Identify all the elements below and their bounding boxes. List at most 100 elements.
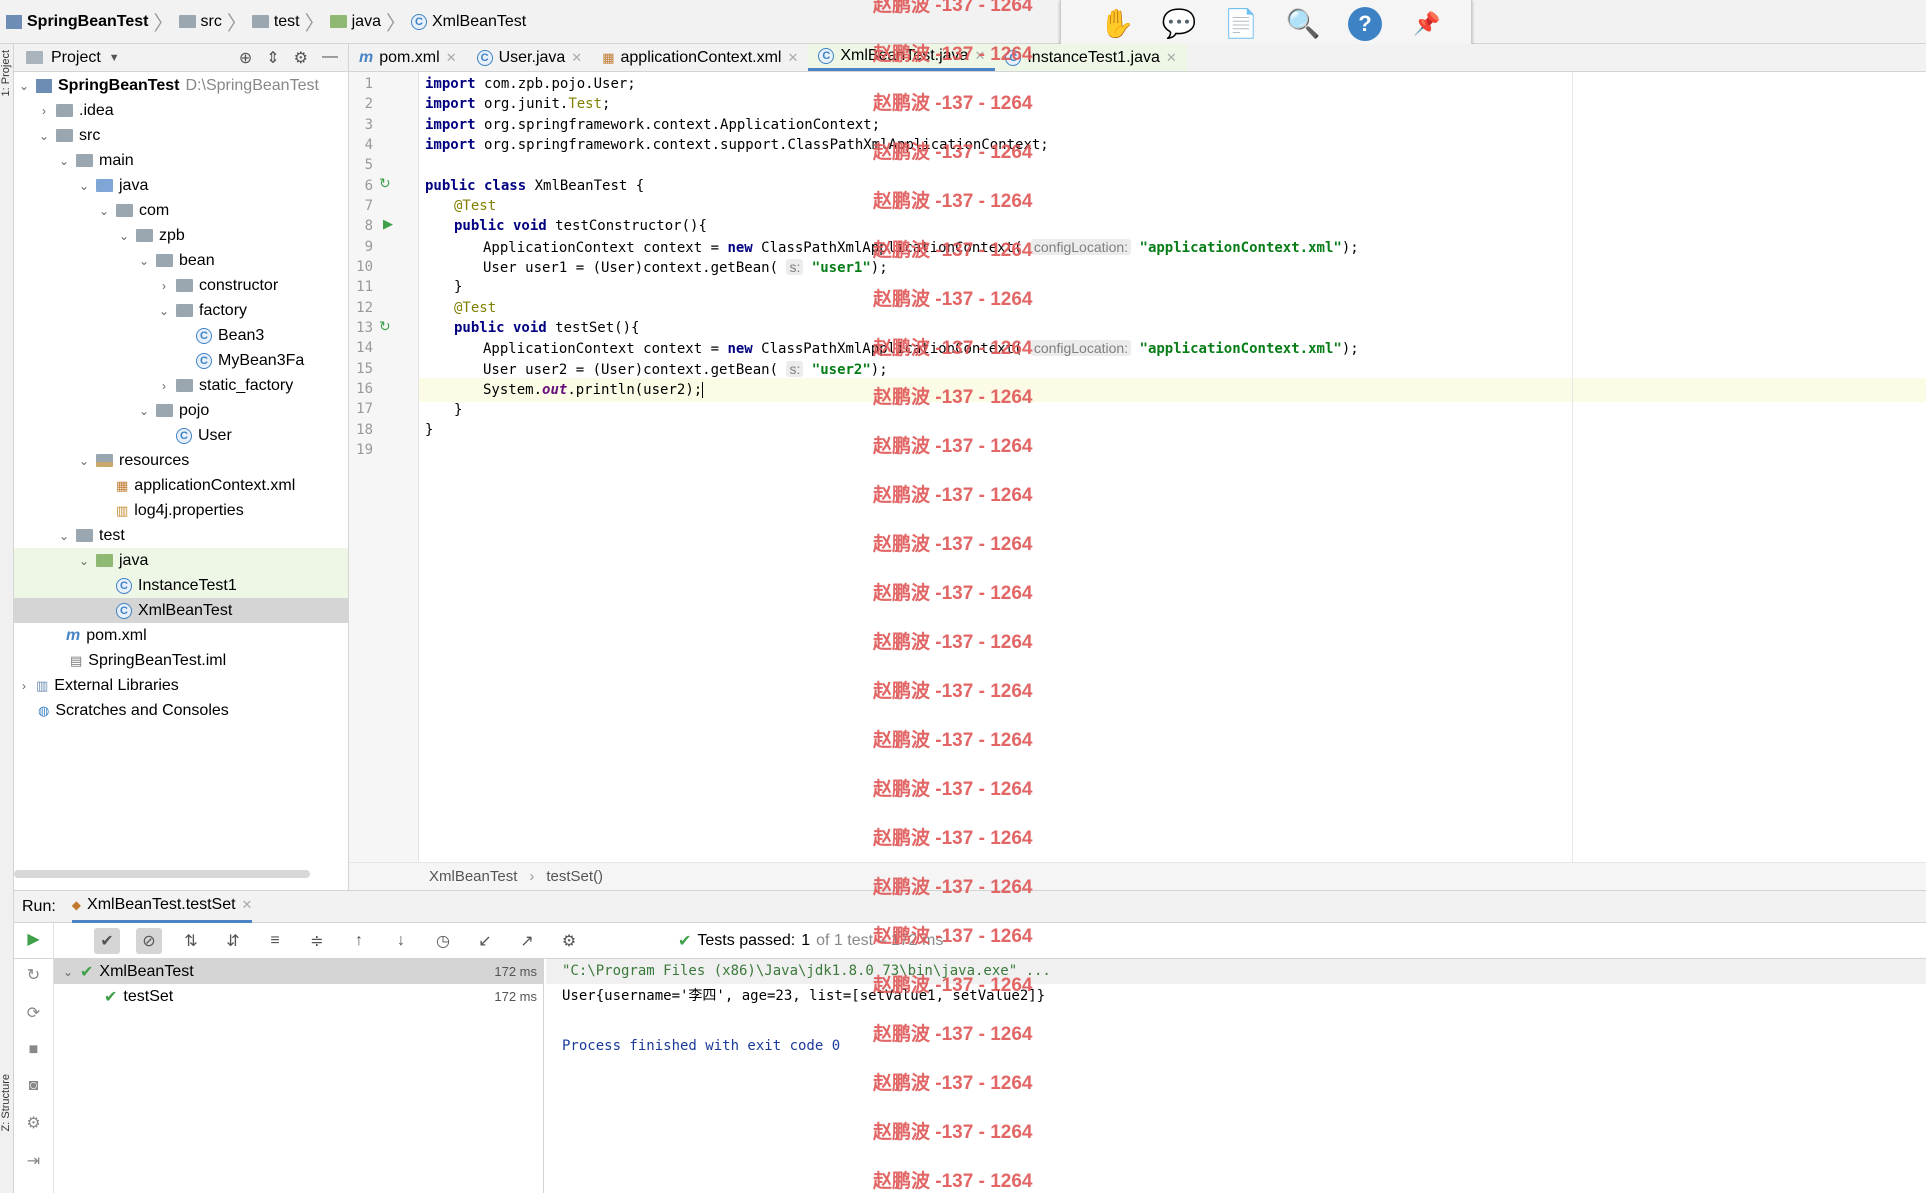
chevron-down-icon[interactable]: ⌄ bbox=[62, 965, 74, 979]
stop-icon[interactable]: ■ bbox=[29, 1041, 39, 1059]
chevron-down-icon[interactable]: ▼ bbox=[109, 52, 120, 64]
pin-icon[interactable]: 📌 bbox=[1407, 6, 1447, 42]
chevron-down-icon[interactable]: ⌄ bbox=[78, 179, 90, 193]
document-icon[interactable]: 📄 bbox=[1221, 6, 1261, 42]
comment-icon[interactable]: 💬 bbox=[1159, 6, 1199, 42]
tree-item-scratches[interactable]: ◍ Scratches and Consoles bbox=[14, 698, 348, 723]
breadcrumb-class[interactable]: C XmlBeanTest bbox=[407, 13, 530, 31]
close-icon[interactable]: ✕ bbox=[1166, 50, 1177, 66]
tree-item-application-context-xml[interactable]: ▦ applicationContext.xml bbox=[14, 473, 348, 498]
tree-item-external-libraries[interactable]: › ▥ External Libraries bbox=[14, 673, 348, 698]
history-icon[interactable]: ◷ bbox=[430, 928, 456, 954]
gear-icon[interactable]: ⚙ bbox=[556, 928, 582, 954]
tree-item-constructor[interactable]: › constructor bbox=[14, 273, 348, 298]
tree-item-pom-xml[interactable]: m pom.xml bbox=[14, 623, 348, 648]
tree-item-java-test[interactable]: ⌄ java bbox=[14, 548, 348, 573]
export-icon[interactable]: ↗ bbox=[514, 928, 540, 954]
chevron-down-icon[interactable]: ⌄ bbox=[58, 529, 70, 543]
help-icon[interactable]: ? bbox=[1345, 6, 1385, 42]
chevron-down-icon[interactable]: ⌄ bbox=[58, 154, 70, 168]
sort-duration-icon[interactable]: ⇵ bbox=[220, 928, 246, 954]
tree-item-main[interactable]: ⌄ main bbox=[14, 148, 348, 173]
tree-item-zpb[interactable]: ⌄ zpb bbox=[14, 223, 348, 248]
tree-item-src[interactable]: ⌄ src bbox=[14, 123, 348, 148]
hand-icon[interactable]: ✋ bbox=[1097, 6, 1137, 42]
chevron-right-icon[interactable]: › bbox=[38, 104, 50, 118]
run-test-icon[interactable]: ↻ bbox=[379, 175, 391, 192]
chevron-down-icon[interactable]: ⌄ bbox=[78, 554, 90, 568]
show-ignored-icon[interactable]: ⊘ bbox=[136, 927, 162, 954]
breadcrumb-src[interactable]: src bbox=[175, 13, 226, 31]
tree-item-java-main[interactable]: ⌄ java bbox=[14, 173, 348, 198]
minimize-icon[interactable]: — bbox=[322, 48, 338, 68]
chevron-down-icon[interactable]: ⌄ bbox=[18, 79, 30, 93]
camera-icon[interactable]: ◙ bbox=[29, 1077, 39, 1095]
chevron-down-icon[interactable]: ⌄ bbox=[118, 229, 130, 243]
chevron-down-icon[interactable]: ⌄ bbox=[138, 404, 150, 418]
code-editor[interactable]: import com.zpb.pojo.User; import org.jun… bbox=[419, 72, 1926, 862]
line-number-gutter[interactable]: 1 2 3 4 5 6 7 8 9 10 11 12 13 14 15 16 1… bbox=[349, 72, 419, 862]
collapse-all-icon[interactable]: ⇕ bbox=[266, 48, 279, 68]
chevron-down-icon[interactable]: ⌄ bbox=[158, 304, 170, 318]
chevron-right-icon[interactable]: › bbox=[18, 679, 30, 693]
tree-item-iml[interactable]: ▤ SpringBeanTest.iml bbox=[14, 648, 348, 673]
tree-item-instancetest1[interactable]: C InstanceTest1 bbox=[14, 573, 348, 598]
breadcrumb-class[interactable]: XmlBeanTest bbox=[429, 868, 517, 885]
tree-item-resources[interactable]: ⌄ resources bbox=[14, 448, 348, 473]
tree-item-bean[interactable]: ⌄ bean bbox=[14, 248, 348, 273]
tree-item-com[interactable]: ⌄ com bbox=[14, 198, 348, 223]
chevron-down-icon[interactable]: ⌄ bbox=[138, 254, 150, 268]
tree-item-idea[interactable]: › .idea bbox=[14, 98, 348, 123]
run-test-icon[interactable]: ↻ bbox=[379, 318, 391, 335]
chevron-right-icon[interactable]: › bbox=[158, 279, 170, 293]
console-output[interactable]: "C:\Program Files (x86)\Java\jdk1.8.0_73… bbox=[546, 959, 1926, 1193]
tab-user-java[interactable]: C User.java ✕ bbox=[467, 44, 593, 71]
run-test-icon[interactable]: ▶ bbox=[383, 216, 393, 232]
show-passed-icon[interactable]: ✔ bbox=[94, 927, 120, 954]
breadcrumb-method[interactable]: testSet() bbox=[546, 868, 603, 885]
import-icon[interactable]: ↙ bbox=[472, 928, 498, 954]
exit-icon[interactable]: ⇥ bbox=[27, 1151, 40, 1171]
chevron-down-icon[interactable]: ⌄ bbox=[98, 204, 110, 218]
breadcrumb-project[interactable]: SpringBeanTest bbox=[2, 13, 153, 31]
tree-item-static-factory[interactable]: › static_factory bbox=[14, 373, 348, 398]
next-icon[interactable]: ↓ bbox=[388, 928, 414, 954]
chevron-down-icon[interactable]: ⌄ bbox=[78, 454, 90, 468]
breadcrumb-java[interactable]: java bbox=[326, 13, 385, 31]
zoom-icon[interactable]: 🔍 bbox=[1283, 6, 1323, 42]
tree-item-root[interactable]: ⌄ SpringBeanTest D:\SpringBeanTest bbox=[14, 73, 348, 98]
tree-item-bean3[interactable]: C Bean3 bbox=[14, 323, 348, 348]
breadcrumb-test[interactable]: test bbox=[248, 13, 304, 31]
locate-icon[interactable]: ⊕ bbox=[239, 48, 252, 68]
tree-item-user[interactable]: C User bbox=[14, 423, 348, 448]
close-icon[interactable]: ✕ bbox=[787, 50, 798, 66]
project-tool-label[interactable]: 1: Project bbox=[0, 50, 12, 96]
close-icon[interactable]: ✕ bbox=[571, 50, 582, 66]
tree-item-factory[interactable]: ⌄ factory bbox=[14, 298, 348, 323]
close-icon[interactable]: ✕ bbox=[242, 897, 253, 913]
run-config-tab[interactable]: ◆ XmlBeanTest.testSet ✕ bbox=[71, 891, 253, 923]
tree-item-test[interactable]: ⌄ test bbox=[14, 523, 348, 548]
expand-all-icon[interactable]: ≡ bbox=[262, 928, 288, 954]
tab-application-context-xml[interactable]: ▦ applicationContext.xml ✕ bbox=[592, 44, 808, 71]
close-icon[interactable]: ✕ bbox=[446, 50, 457, 66]
test-row-class[interactable]: ⌄ ✔ XmlBeanTest 172 ms bbox=[54, 959, 543, 984]
structure-tool-label[interactable]: Z: Structure bbox=[0, 1074, 12, 1131]
tree-item-mybean3fa[interactable]: C MyBean3Fa bbox=[14, 348, 348, 373]
collapse-all-icon[interactable]: ≑ bbox=[304, 928, 330, 954]
tree-item-xmlbeantest[interactable]: C XmlBeanTest bbox=[14, 598, 348, 623]
tree-item-pojo[interactable]: ⌄ pojo bbox=[14, 398, 348, 423]
test-row-method[interactable]: ✔ testSet 172 ms bbox=[54, 984, 543, 1009]
toggle-auto-test-icon[interactable]: ⟳ bbox=[27, 1003, 40, 1023]
settings-icon[interactable]: ⚙ bbox=[26, 1113, 40, 1133]
tree-item-log4j-properties[interactable]: ▥ log4j.properties bbox=[14, 498, 348, 523]
sort-alpha-icon[interactable]: ⇅ bbox=[178, 928, 204, 954]
project-panel-title[interactable]: Project bbox=[51, 49, 101, 67]
horizontal-scrollbar[interactable] bbox=[14, 870, 310, 878]
gear-icon[interactable]: ⚙ bbox=[294, 48, 308, 68]
tab-pom-xml[interactable]: m pom.xml ✕ bbox=[349, 44, 467, 71]
rerun-failed-icon[interactable]: ↻ bbox=[27, 965, 40, 985]
chevron-right-icon[interactable]: › bbox=[158, 379, 170, 393]
rerun-icon[interactable]: ▶ bbox=[27, 929, 39, 949]
previous-icon[interactable]: ↑ bbox=[346, 928, 372, 954]
